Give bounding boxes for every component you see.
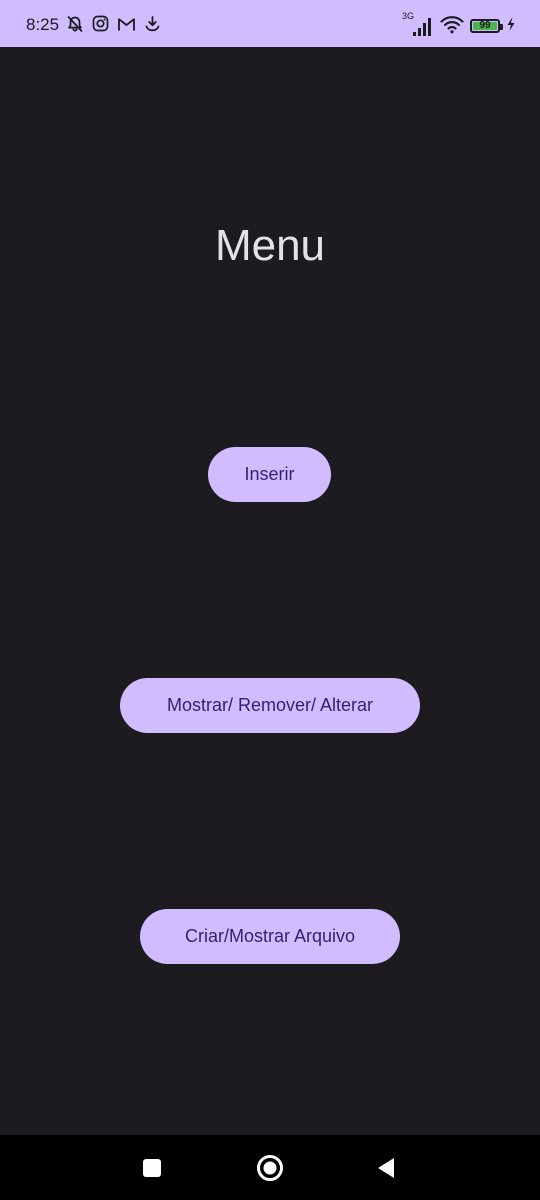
status-icons-right: 3G 99 xyxy=(402,11,516,39)
battery-tip xyxy=(500,24,503,30)
notifications-off-icon xyxy=(66,15,84,38)
battery-icon: 99 xyxy=(470,19,503,33)
page-title: Menu xyxy=(214,221,326,270)
criar-mostrar-arquivo-button[interactable]: Criar/Mostrar Arquivo xyxy=(140,909,400,964)
back-triangle-icon[interactable] xyxy=(369,1151,403,1185)
status-time: 8:25 xyxy=(26,15,60,34)
inserir-button[interactable]: Inserir xyxy=(208,447,331,502)
wifi-icon xyxy=(440,14,464,39)
status-icons-left xyxy=(66,15,161,38)
instagram-icon xyxy=(92,15,109,37)
gmail-icon xyxy=(117,16,136,37)
charging-bolt-icon xyxy=(506,16,516,37)
home-circle-icon[interactable] xyxy=(253,1151,287,1185)
navigation-bar xyxy=(0,1135,540,1200)
battery-level: 99 xyxy=(479,20,491,31)
signal-icon: 3G xyxy=(402,11,434,37)
mostrar-remover-alterar-button[interactable]: Mostrar/ Remover/ Alterar xyxy=(120,678,420,733)
status-bar: 8:25 3G 99 xyxy=(0,0,540,47)
download-icon xyxy=(144,15,161,37)
recents-square-icon[interactable] xyxy=(135,1151,169,1185)
